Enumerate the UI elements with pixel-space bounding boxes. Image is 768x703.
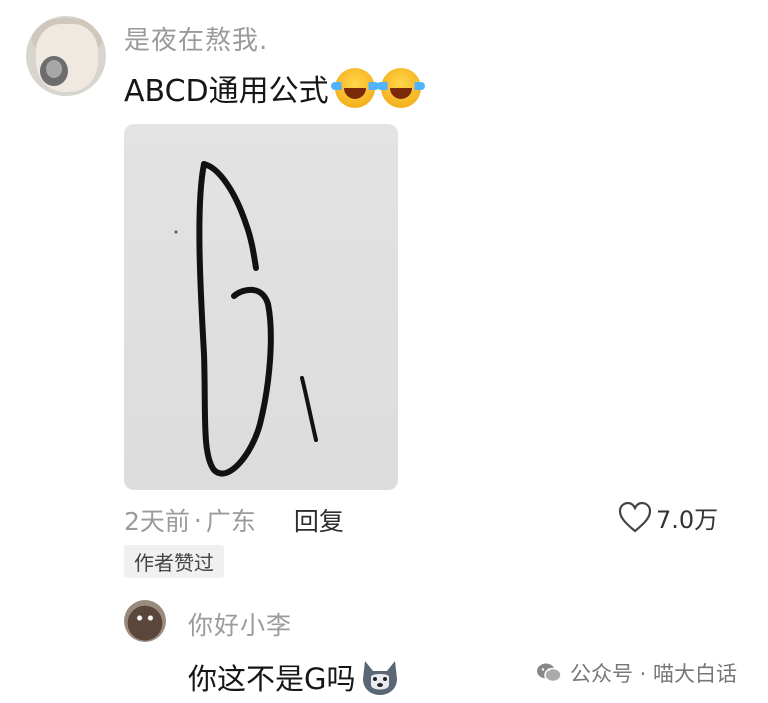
replier-avatar[interactable] [124, 600, 166, 642]
handwritten-glyph-drawing [174, 161, 318, 477]
comment-thread: 是夜在熬我. ABCD通用公式 2天前 · 广东 回复 7.0万 作者赞过 你好… [0, 0, 768, 703]
comment-location: 广东 [205, 507, 256, 536]
commenter-avatar[interactable] [26, 16, 106, 96]
reply-button[interactable]: 回复 [294, 502, 344, 538]
comment-image[interactable] [124, 124, 398, 490]
replier-username[interactable]: 你好小李 [188, 606, 292, 642]
comment-body: ABCD通用公式 [124, 66, 425, 110]
meta-separator: · [193, 505, 202, 535]
reply-text: 你这不是G吗 [188, 662, 356, 696]
like-count: 7.0万 [656, 506, 719, 534]
avatar-eyes [136, 615, 154, 621]
laughing-crying-emoji-icon [376, 68, 425, 108]
commenter-username[interactable]: 是夜在熬我. [124, 20, 268, 57]
husky-dog-emoji-icon [359, 657, 401, 697]
wechat-icon [537, 663, 562, 683]
reply-body: 你这不是G吗 [188, 656, 401, 698]
wechat-watermark: 公众号 · 喵大白话 [536, 658, 737, 688]
comment-text: ABCD通用公式 [124, 74, 329, 109]
avatar-object [46, 60, 62, 78]
laughing-crying-emoji-icon [330, 68, 379, 108]
comment-meta: 2天前 · 广东 回复 [124, 502, 344, 538]
author-liked-badge: 作者赞过 [124, 545, 224, 578]
watermark-text: 公众号 · 喵大白话 [570, 662, 738, 686]
like-button[interactable]: 7.0万 [618, 500, 718, 535]
comment-time: 2天前 [124, 507, 190, 536]
heart-icon [618, 501, 652, 532]
